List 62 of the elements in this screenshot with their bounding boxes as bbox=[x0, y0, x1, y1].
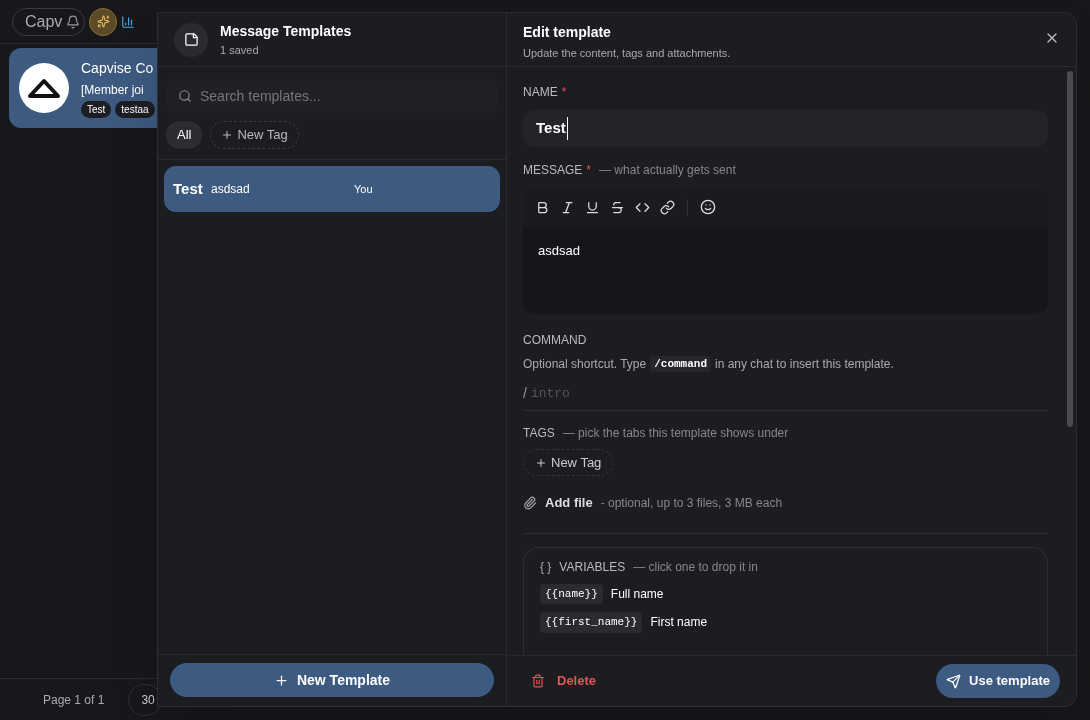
code-icon[interactable] bbox=[635, 200, 650, 215]
sparkle-icon bbox=[96, 15, 110, 28]
strikethrough-icon[interactable] bbox=[610, 200, 625, 215]
template-name: Test bbox=[173, 178, 204, 199]
chat-tag: testaa bbox=[115, 101, 155, 118]
search-icon bbox=[178, 89, 192, 103]
message-editor[interactable]: asdsad bbox=[523, 187, 1048, 315]
send-icon bbox=[946, 673, 962, 689]
variable-label: First name bbox=[650, 614, 708, 632]
sparkle-button[interactable] bbox=[89, 7, 118, 36]
delete-button[interactable]: Delete bbox=[531, 671, 597, 691]
braces-icon: { } bbox=[540, 557, 552, 576]
underline-icon[interactable] bbox=[585, 200, 600, 215]
name-label: NAME bbox=[523, 84, 558, 101]
chat-preview: [Member joi bbox=[81, 82, 145, 99]
new-template-button[interactable]: New Template bbox=[170, 663, 494, 697]
variable-label: Full name bbox=[610, 585, 664, 603]
message-label: MESSAGE bbox=[523, 162, 583, 180]
message-text: asdsad bbox=[537, 242, 581, 261]
chat-tag: Test bbox=[81, 101, 112, 118]
variables-hint: — click one to drop it in bbox=[633, 558, 758, 576]
link-icon[interactable] bbox=[660, 200, 675, 215]
variables-label: VARIABLES bbox=[559, 558, 626, 576]
emoji-icon[interactable] bbox=[700, 199, 716, 216]
trash-icon bbox=[531, 674, 545, 688]
command-input[interactable]: intro bbox=[530, 383, 1048, 404]
saved-count: 1 saved bbox=[220, 42, 260, 58]
variable-token[interactable]: {{name}} bbox=[540, 583, 603, 605]
required-mark: * bbox=[586, 162, 592, 180]
template-author: You bbox=[354, 181, 373, 197]
template-preview: asdsad bbox=[211, 181, 251, 198]
use-template-button[interactable]: Use template bbox=[936, 664, 1060, 698]
filter-chip[interactable]: All bbox=[166, 121, 203, 149]
message-hint: — what actually gets sent bbox=[599, 162, 736, 180]
required-mark: * bbox=[561, 84, 567, 101]
command-label: COMMAND bbox=[523, 332, 588, 350]
bold-icon[interactable] bbox=[535, 200, 550, 215]
italic-icon[interactable] bbox=[560, 200, 575, 215]
bell-icon[interactable] bbox=[66, 14, 81, 29]
paperclip-icon[interactable] bbox=[523, 495, 537, 510]
panel-title: Message Templates bbox=[220, 21, 352, 41]
editor-subtitle: Update the content, tags and attachments. bbox=[523, 46, 731, 61]
bar-chart-icon[interactable] bbox=[121, 14, 136, 29]
plus-icon bbox=[221, 129, 234, 141]
add-file-link[interactable]: Add file bbox=[545, 493, 593, 513]
template-item[interactable]: Test asdsad You bbox=[164, 166, 500, 212]
name-field[interactable]: Test bbox=[523, 110, 1048, 148]
editor-title: Edit template bbox=[523, 23, 612, 42]
variable-token[interactable]: {{first_name}} bbox=[540, 612, 643, 633]
name-value: Test bbox=[536, 117, 568, 140]
tags-hint: — pick the tabs this template shows under bbox=[562, 425, 789, 443]
command-help: Optional shortcut. Type /command in any chat to insert this template. bbox=[523, 355, 895, 374]
command-prefix: / bbox=[523, 384, 527, 404]
triangle-logo-icon bbox=[27, 77, 61, 99]
chat-title: Capvise Co bbox=[81, 59, 155, 78]
plus-icon bbox=[273, 672, 289, 688]
plus-icon bbox=[535, 456, 547, 469]
page-label: Page 1 of 1 bbox=[43, 691, 105, 709]
search-text: Capv bbox=[25, 11, 63, 32]
add-file-hint: - optional, up to 3 files, 3 MB each bbox=[600, 494, 783, 512]
tags-label: TAGS bbox=[523, 425, 555, 443]
search-field[interactable]: Search templates... bbox=[166, 79, 498, 113]
